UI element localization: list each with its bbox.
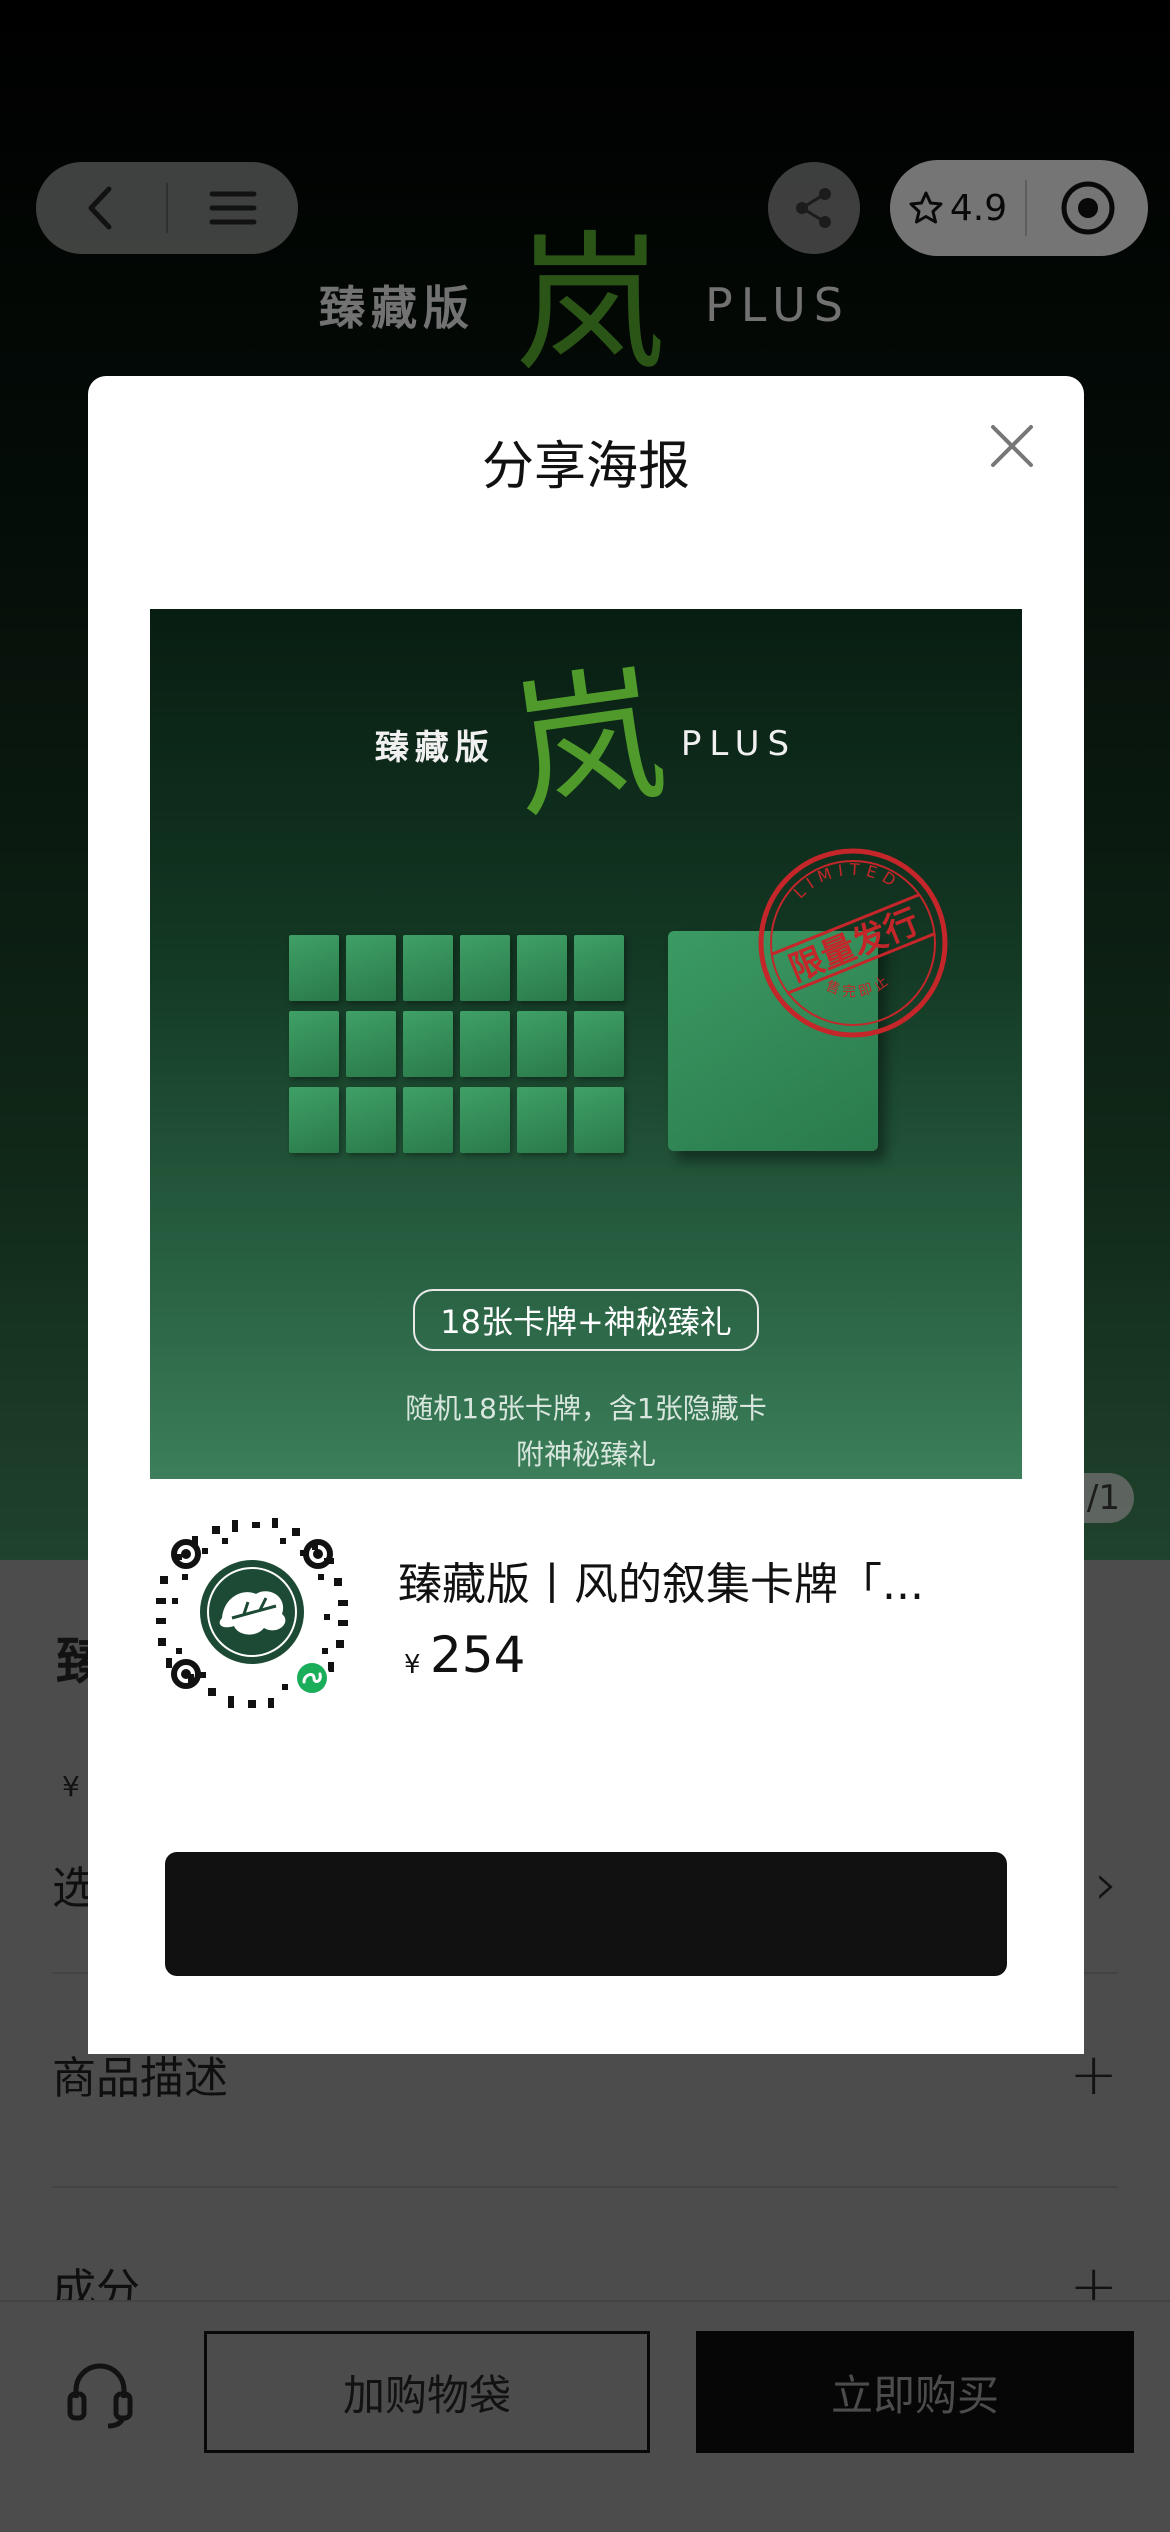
card [574,1087,624,1153]
poster-logo: 岚 [501,647,675,841]
card [517,935,567,1001]
card [346,935,396,1001]
card [289,1011,339,1077]
share-poster-modal: 分享海报 臻藏版 岚 PLUS LIMITED 限量发行 售完即止 18张卡牌+… [88,376,1084,2054]
product-name: 臻藏版丨风的叙集卡牌「... [398,1559,924,1610]
card [346,1087,396,1153]
close-button[interactable] [982,416,1042,476]
modal-title: 分享海报 [481,437,690,497]
stamp-main-text: 限量发行 [784,902,925,990]
card [460,935,510,1001]
miniprogram-qr-code [156,1518,348,1708]
price-symbol: ¥ [404,1650,421,1680]
limited-edition-stamp: LIMITED 限量发行 售完即止 [758,848,948,1038]
close-icon [991,425,1033,467]
card [346,1011,396,1077]
card-stack-illustration [289,935,624,1153]
poster-brand: 臻藏版 岚 PLUS [150,647,1022,840]
product-price: 254 [430,1626,526,1684]
poster-contents-pill: 18张卡牌+神秘臻礼 [413,1289,759,1351]
poster-image: 臻藏版 岚 PLUS LIMITED 限量发行 售完即止 18张卡牌+神秘臻礼 … [150,609,1022,1479]
card [574,1011,624,1077]
poster-plus-label: PLUS [680,724,798,764]
card [574,935,624,1001]
poster-edition-label: 臻藏版 [374,727,495,768]
card [460,1087,510,1153]
card [517,1087,567,1153]
card [403,1087,453,1153]
card [403,1011,453,1077]
card [517,1011,567,1077]
card [289,935,339,1001]
card [403,935,453,1001]
poster-description-line1: 随机18张卡牌，含1张隐藏卡 [405,1392,767,1425]
poster-description-line2: 附神秘臻礼 [515,1438,656,1471]
card [460,1011,510,1077]
save-poster-button[interactable] [165,1852,1007,1976]
card [289,1087,339,1153]
